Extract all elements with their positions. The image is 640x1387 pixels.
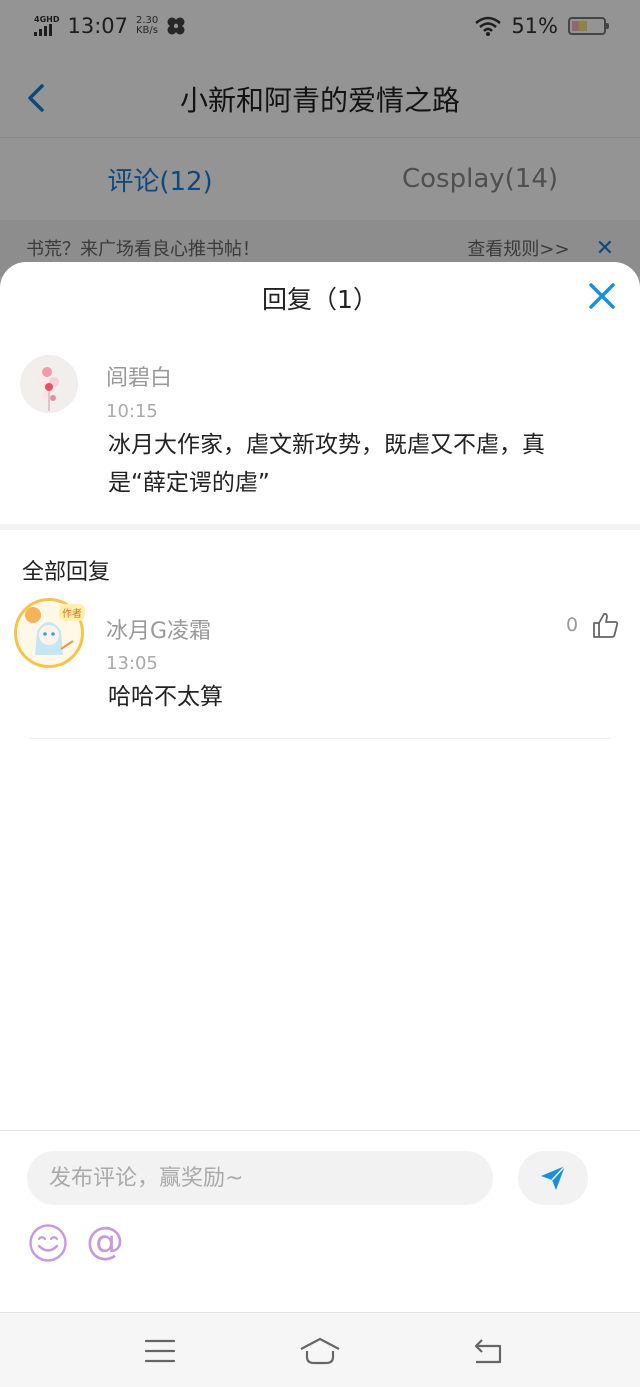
system-nav-bar bbox=[0, 1312, 640, 1387]
sheet-title: 回复（1） bbox=[262, 285, 378, 314]
original-author[interactable]: 闾碧白 bbox=[106, 360, 172, 392]
reply-author[interactable]: 冰月G凌霜 bbox=[106, 613, 211, 645]
like-button[interactable]: 0 bbox=[566, 611, 620, 639]
modal-overlay[interactable] bbox=[0, 0, 640, 300]
mention-icon[interactable]: @ bbox=[86, 1217, 124, 1265]
section-divider bbox=[0, 524, 640, 530]
home-icon[interactable] bbox=[298, 1335, 342, 1367]
original-content: 冰月大作家，虐文新攻势，既虐又不虐，真 是“薛定谔的虐” bbox=[108, 432, 545, 496]
menu-icon[interactable] bbox=[142, 1335, 178, 1367]
avatar-image bbox=[20, 355, 78, 413]
emoji-icon[interactable] bbox=[28, 1223, 68, 1263]
all-replies-title: 全部回复 bbox=[22, 560, 111, 585]
reply-time: 13:05 bbox=[106, 653, 158, 674]
thumbs-up-icon[interactable] bbox=[592, 611, 620, 639]
send-button[interactable] bbox=[518, 1151, 588, 1205]
comment-input[interactable] bbox=[27, 1151, 493, 1205]
author-badge: 作者 bbox=[59, 604, 85, 621]
original-time: 10:15 bbox=[106, 401, 158, 422]
like-count: 0 bbox=[566, 614, 579, 636]
back-nav-icon[interactable] bbox=[470, 1335, 506, 1367]
send-icon bbox=[541, 1165, 566, 1190]
comment-composer: @ bbox=[0, 1130, 640, 1312]
avatar[interactable] bbox=[20, 355, 78, 413]
close-icon[interactable] bbox=[586, 280, 618, 312]
reply-divider bbox=[30, 738, 610, 739]
reply-content: 哈哈不太算 bbox=[108, 684, 223, 710]
